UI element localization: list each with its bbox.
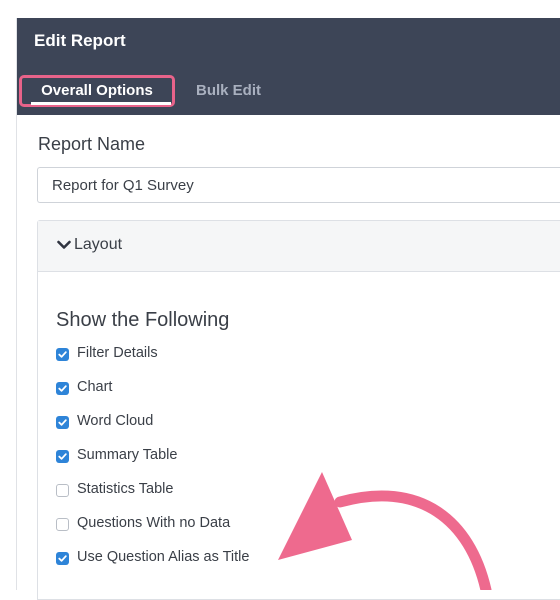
checkbox-summary-table[interactable] — [56, 450, 69, 463]
tab-overall-options-label: Overall Options — [41, 82, 153, 99]
checkbox-word-cloud[interactable] — [56, 416, 69, 429]
checkbox-use-question-alias[interactable] — [56, 552, 69, 565]
tab-bulk-edit[interactable]: Bulk Edit — [196, 75, 261, 107]
report-name-label: Report Name — [38, 134, 146, 154]
tab-overall-options[interactable]: Overall Options — [19, 75, 175, 107]
layout-section-label: Layout — [74, 236, 123, 253]
checkmark-icon — [58, 555, 67, 562]
checkmark-icon — [58, 453, 67, 460]
checkbox-statistics-table[interactable] — [56, 484, 69, 497]
checkmark-icon — [58, 351, 67, 358]
panel-title: Edit Report — [34, 31, 126, 50]
chevron-down-icon — [57, 240, 71, 249]
layout-section-toggle[interactable]: Layout — [38, 221, 560, 272]
show-following-heading: Show the Following — [56, 309, 230, 331]
option-label: Filter Details — [77, 345, 158, 361]
option-label: Summary Table — [77, 447, 178, 463]
checkbox-questions-with-no-data[interactable] — [56, 518, 69, 531]
edit-report-panel: Edit Report Overall Options Bulk Edit Re… — [16, 18, 560, 600]
layout-section: Layout Show the Following Filter Details… — [37, 220, 560, 600]
checkbox-chart[interactable] — [56, 382, 69, 395]
panel-header: Edit Report Overall Options Bulk Edit — [17, 18, 560, 115]
checkmark-icon — [58, 419, 67, 426]
option-label: Word Cloud — [77, 413, 154, 429]
option-label: Statistics Table — [77, 481, 174, 497]
checkmark-icon — [58, 385, 67, 392]
option-label: Questions With no Data — [77, 515, 231, 531]
report-name-input[interactable] — [37, 167, 560, 203]
option-label: Use Question Alias as Title — [77, 549, 250, 565]
checkbox-filter-details[interactable] — [56, 348, 69, 361]
option-label: Chart — [77, 379, 113, 395]
active-tab-indicator — [31, 102, 171, 105]
